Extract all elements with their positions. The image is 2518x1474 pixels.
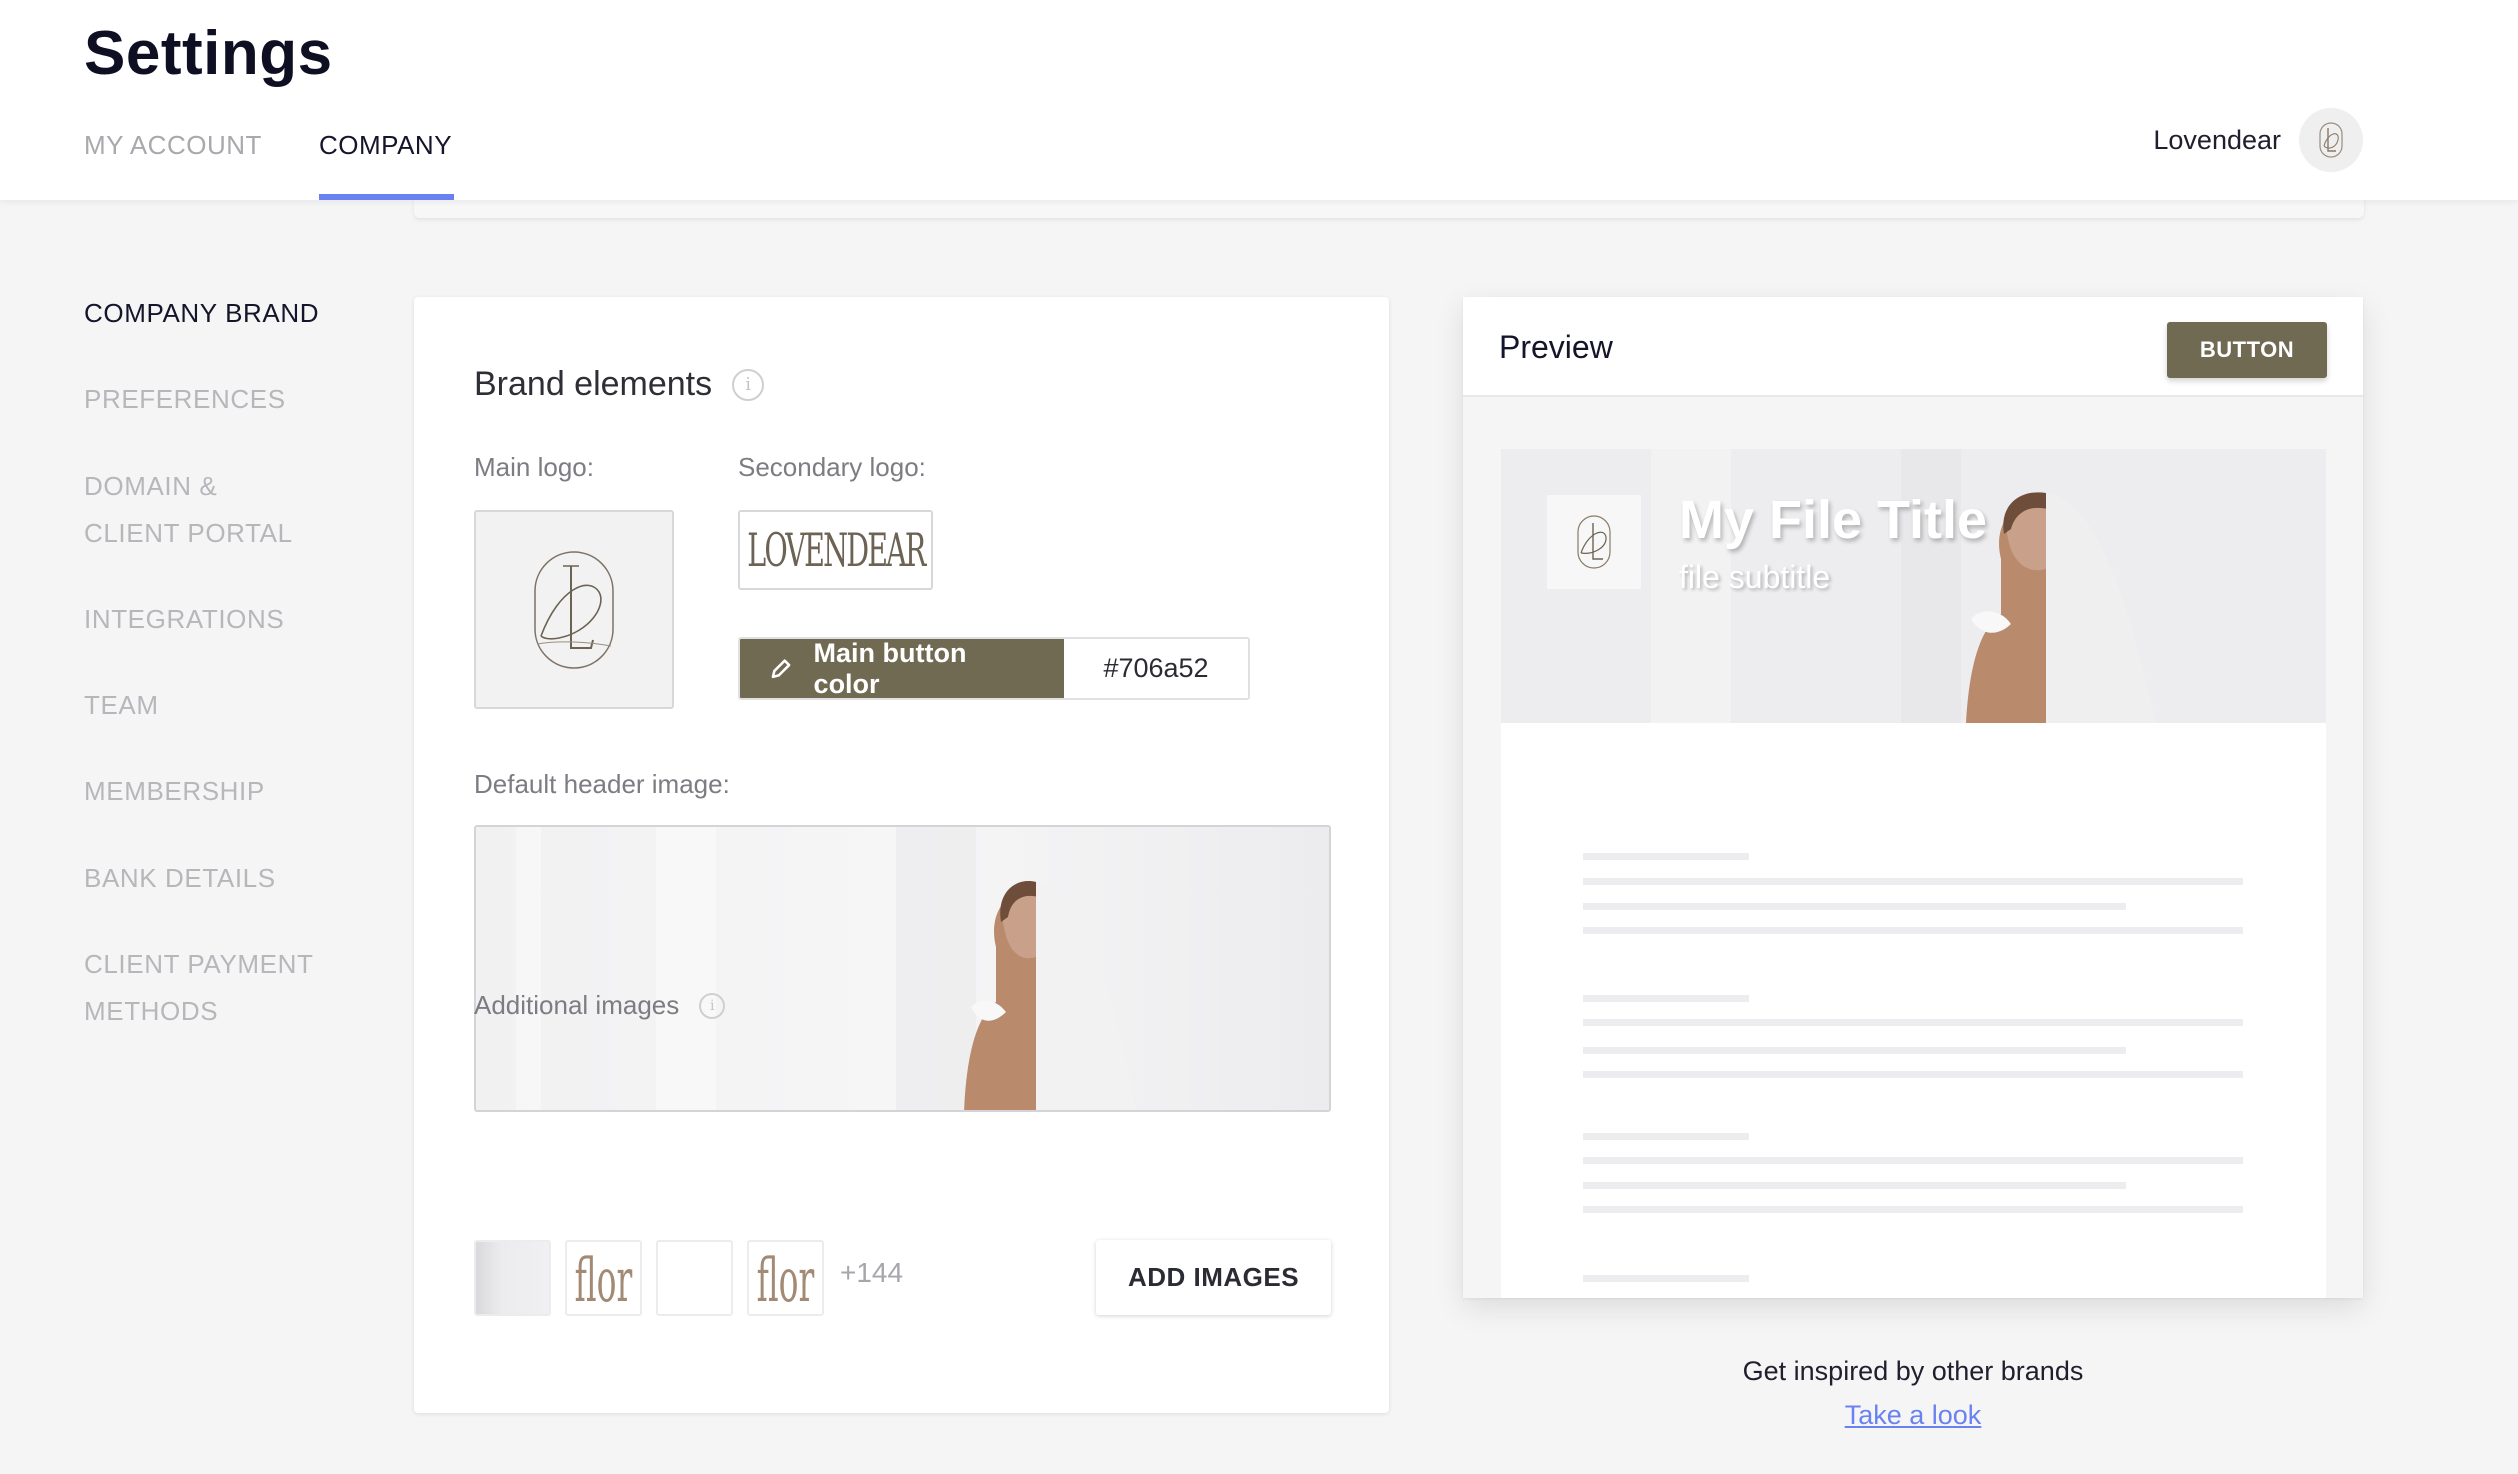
user-name: Lovendear <box>2153 124 2281 155</box>
additional-images-list: flor flor +144 <box>474 1240 903 1316</box>
default-header-image-label: Default header image: <box>474 769 730 799</box>
secondary-logo-label: Secondary logo: <box>738 452 926 482</box>
secondary-logo-text: LOVENDEAR <box>746 523 926 577</box>
take-a-look-link[interactable]: Take a look <box>1845 1400 1982 1430</box>
brand-elements-heading: Brand elements <box>474 365 713 403</box>
main-button-color-picker[interactable]: Main button color #706a52 <box>738 637 1250 700</box>
sidebar-item-preferences[interactable]: PREFERENCES <box>84 376 286 423</box>
inspire-text: Get inspired by other brands <box>1742 1356 2084 1386</box>
add-images-button[interactable]: ADD IMAGES <box>1096 1240 1331 1315</box>
main-button-color-button[interactable]: Main button color <box>740 639 1064 698</box>
preview-header: Preview BUTTON <box>1463 297 2363 397</box>
skeleton-line <box>1583 1206 2243 1213</box>
additional-image-thumb[interactable] <box>656 1240 733 1316</box>
section-title: Brand elements i <box>474 365 765 404</box>
skeleton-line <box>1583 903 2126 910</box>
main-logo-monogram-icon <box>534 550 614 669</box>
main-button-color-input[interactable]: #706a52 <box>1064 639 1248 698</box>
preview-file-subtitle: file subtitle <box>1679 559 1831 595</box>
sidebar-item-team[interactable]: TEAM <box>84 682 159 729</box>
sidebar-item-label: METHODS <box>84 996 219 1026</box>
main-logo-label: Main logo: <box>474 452 594 482</box>
sidebar-item-integrations[interactable]: INTEGRATIONS <box>84 596 284 643</box>
monogram-logo-icon <box>1577 515 1611 569</box>
additional-image-thumb[interactable] <box>474 1240 551 1316</box>
sidebar-item-label: CLIENT PAYMENT <box>84 949 314 979</box>
active-tab-indicator <box>319 194 454 200</box>
skeleton-line <box>1583 853 1749 860</box>
sidebar-item-label: CLIENT PORTAL <box>84 518 293 548</box>
preview-file-title: My File Title <box>1679 490 1988 550</box>
main-logo-upload[interactable] <box>474 510 674 709</box>
additional-images-heading: Additional images i <box>474 990 726 1021</box>
skeleton-line <box>1583 1019 2243 1026</box>
sidebar-item-company-brand[interactable]: COMPANY BRAND <box>84 290 319 337</box>
tab-company[interactable]: COMPANY <box>319 130 452 161</box>
additional-images-label: Additional images <box>474 990 680 1020</box>
info-icon[interactable]: i <box>732 368 765 401</box>
sidebar-item-domain-client-portal[interactable]: DOMAIN & CLIENT PORTAL <box>84 463 293 557</box>
skeleton-line <box>1583 878 2243 885</box>
skeleton-line <box>1583 1182 2126 1189</box>
skeleton-line <box>1583 1071 2243 1078</box>
tab-my-account[interactable]: MY ACCOUNT <box>84 130 262 161</box>
avatar[interactable] <box>2299 108 2363 172</box>
skeleton-line <box>1583 995 1749 1002</box>
sidebar-item-label: DOMAIN & <box>84 471 218 501</box>
sidebar-item-bank-details[interactable]: BANK DETAILS <box>84 855 276 902</box>
page-title: Settings <box>84 19 333 88</box>
skeleton-line <box>1583 1275 1749 1282</box>
preview-panel: Preview BUTTON My File Title file subtit… <box>1463 297 2363 1298</box>
preview-sample-button[interactable]: BUTTON <box>2167 322 2327 378</box>
preview-logo <box>1547 495 1641 589</box>
info-icon[interactable]: i <box>699 992 726 1019</box>
skeleton-line <box>1583 927 2243 934</box>
default-header-image[interactable] <box>474 825 1331 1112</box>
monogram-logo-icon <box>2319 122 2343 158</box>
header-photo-image <box>476 827 1329 1110</box>
pencil-icon <box>771 658 791 678</box>
additional-image-thumb[interactable]: flor <box>565 1240 642 1316</box>
secondary-logo-upload[interactable]: LOVENDEAR <box>738 510 933 590</box>
main-button-color-label: Main button color <box>813 637 967 699</box>
skeleton-line <box>1583 1133 1749 1140</box>
sidebar-item-membership[interactable]: MEMBERSHIP <box>84 768 265 815</box>
brand-elements-card: Brand elements i Main logo: Secondary lo… <box>414 297 1389 1413</box>
take-a-look-link-wrapper: Take a look <box>1463 1400 2363 1431</box>
skeleton-line <box>1583 1157 2243 1164</box>
more-images-count[interactable]: +144 <box>840 1257 903 1289</box>
preview-title: Preview <box>1499 329 1613 365</box>
preview-banner: My File Title file subtitle <box>1501 449 2326 723</box>
top-header: Settings MY ACCOUNT COMPANY Lovendear <box>0 0 2518 200</box>
skeleton-line <box>1583 1047 2126 1054</box>
user-menu[interactable]: Lovendear <box>2153 108 2363 172</box>
preview-document: My File Title file subtitle <box>1501 449 2326 1298</box>
additional-image-thumb[interactable]: flor <box>747 1240 824 1316</box>
sidebar-item-client-payment-methods[interactable]: CLIENT PAYMENT METHODS <box>84 941 313 1035</box>
